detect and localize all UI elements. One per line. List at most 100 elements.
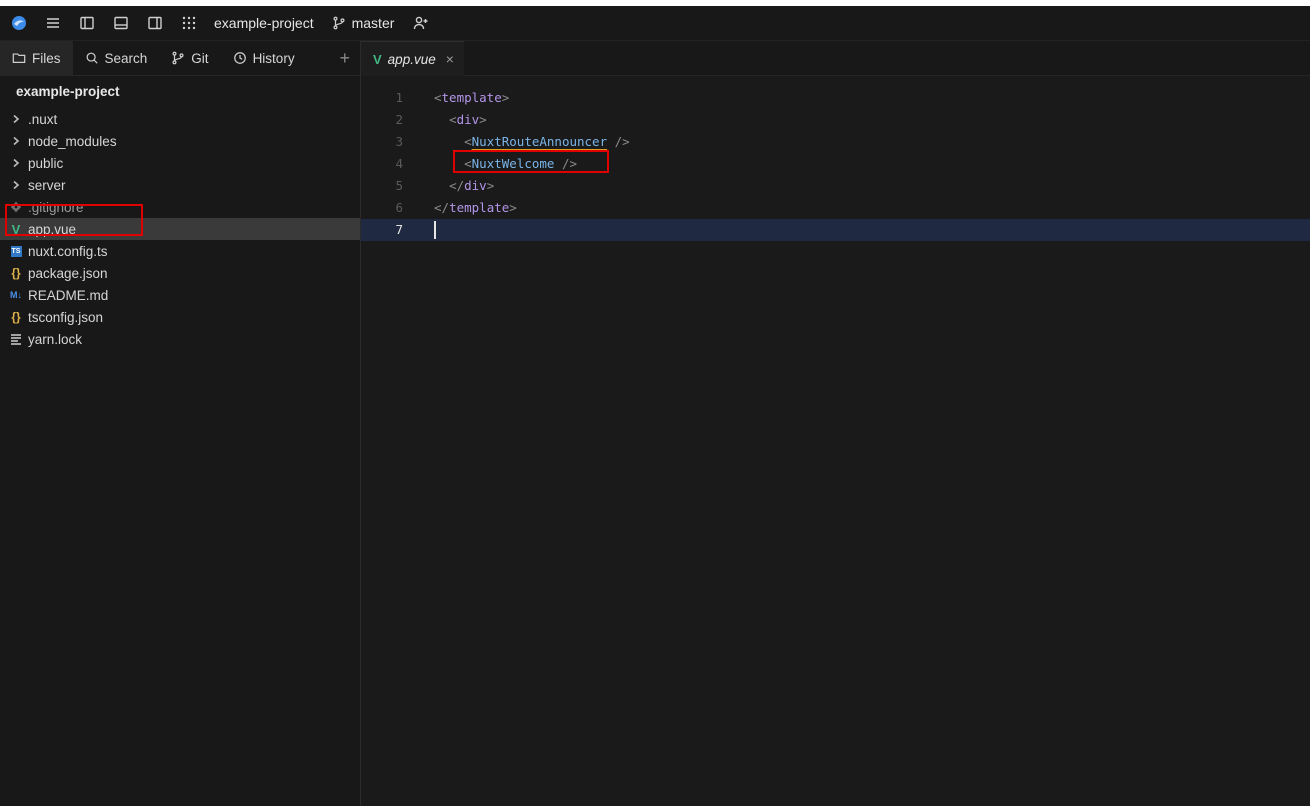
tree-item-label: nuxt.config.ts [28, 243, 108, 259]
editor: V app.vue × 1 <template> 2 <div> 3 <Nuxt… [361, 41, 1310, 806]
code-punct: </ [449, 178, 465, 193]
tree-item-label: .nuxt [28, 111, 58, 127]
code-area[interactable]: 1 <template> 2 <div> 3 <NuxtRouteAnnounc… [361, 87, 1310, 241]
apps-grid-icon[interactable] [178, 12, 200, 34]
tab-search-label: Search [104, 50, 148, 66]
tree-item-label: node_modules [28, 133, 117, 149]
search-icon [86, 52, 98, 64]
text-cursor [434, 221, 436, 239]
code-punct: /> [607, 134, 630, 149]
vue-file-icon: V [373, 51, 382, 67]
tab-history[interactable]: History [221, 41, 307, 75]
line-number: 5 [395, 178, 403, 193]
tree-item-label: package.json [28, 265, 108, 281]
file-tree: .nuxt node_modules public server .gitign… [0, 108, 360, 350]
tree-item-file[interactable]: yarn.lock [0, 328, 360, 350]
git-branch-icon [172, 51, 184, 65]
code-punct: > [479, 112, 487, 127]
tree-item-label: tsconfig.json [28, 309, 104, 325]
code-line[interactable]: 5 </div> [361, 175, 1310, 197]
tab-files[interactable]: Files [0, 41, 73, 75]
typescript-file-icon: TS [10, 245, 22, 257]
tab-git[interactable]: Git [159, 41, 220, 75]
code-line[interactable]: 4 <NuxtWelcome /> [361, 153, 1310, 175]
git-file-icon [9, 201, 23, 213]
tree-item-label: README.md [28, 287, 109, 303]
tree-item-label: yarn.lock [28, 331, 83, 347]
title-bar: example-project master [0, 6, 1310, 41]
code-punct: < [464, 134, 472, 149]
vue-file-icon: V [11, 221, 21, 237]
code-component: NuxtRouteAnnouncer [471, 134, 608, 149]
code-line[interactable]: 6 </template> [361, 197, 1310, 219]
tree-item-file-selected[interactable]: V app.vue [0, 218, 360, 240]
line-number: 6 [395, 200, 403, 215]
editor-tab-strip: V app.vue × [361, 41, 1310, 76]
app-logo-icon[interactable] [8, 12, 30, 34]
tab-files-label: Files [32, 50, 61, 66]
tree-item-folder[interactable]: .nuxt [0, 108, 360, 130]
tree-item-folder[interactable]: server [0, 174, 360, 196]
tree-item-label: .gitignore [28, 199, 84, 215]
tree-item-file[interactable]: TS nuxt.config.ts [0, 240, 360, 262]
project-name[interactable]: example-project [214, 15, 314, 31]
branch-name: master [351, 15, 395, 31]
tab-history-label: History [252, 50, 295, 66]
code-tag: template [449, 200, 510, 215]
tab-search[interactable]: Search [73, 41, 160, 75]
menu-icon[interactable] [42, 12, 64, 34]
editor-tab-app-vue[interactable]: V app.vue × [361, 41, 464, 76]
toggle-left-panel-icon[interactable] [76, 12, 98, 34]
code-punct: < [449, 112, 457, 127]
code-tag: div [456, 112, 480, 127]
code-punct: < [434, 90, 442, 105]
code-line[interactable]: 3 <NuxtRouteAnnouncer /> [361, 131, 1310, 153]
sidebar: Files Search Git History + example-proje… [0, 41, 361, 806]
tree-item-label: server [28, 177, 66, 193]
tree-item-file[interactable]: .gitignore [0, 196, 360, 218]
toggle-right-panel-icon[interactable] [144, 12, 166, 34]
history-icon [233, 52, 246, 64]
tree-item-file[interactable]: {} tsconfig.json [0, 306, 360, 328]
line-number: 2 [395, 112, 403, 127]
code-tag: template [441, 90, 502, 105]
chevron-right-icon [9, 180, 23, 190]
line-number: 4 [395, 156, 403, 171]
json-file-icon: {} [11, 310, 21, 324]
tree-item-folder[interactable]: public [0, 152, 360, 174]
tree-item-file[interactable]: {} package.json [0, 262, 360, 284]
close-icon[interactable]: × [446, 51, 454, 67]
code-line[interactable]: 1 <template> [361, 87, 1310, 109]
chevron-right-icon [9, 136, 23, 146]
add-tab-button[interactable]: + [339, 49, 350, 67]
tree-item-folder[interactable]: node_modules [0, 130, 360, 152]
tree-item-label: public [28, 155, 64, 171]
code-punct: > [501, 90, 510, 105]
sidebar-tabs: Files Search Git History + [0, 41, 360, 76]
branch-selector[interactable]: master [332, 15, 395, 31]
tab-git-label: Git [191, 50, 209, 66]
line-number: 7 [395, 222, 403, 237]
git-branch-icon [333, 16, 345, 30]
line-number: 3 [395, 134, 403, 149]
editor-tab-label: app.vue [387, 51, 436, 67]
chevron-right-icon [9, 158, 23, 168]
tree-item-file[interactable]: M↓ README.md [0, 284, 360, 306]
toggle-bottom-panel-icon[interactable] [110, 12, 132, 34]
add-collaborator-icon[interactable] [410, 12, 432, 34]
folder-icon [12, 53, 26, 63]
json-file-icon: {} [11, 266, 21, 280]
line-number: 1 [395, 90, 403, 105]
tree-item-label: app.vue [28, 221, 77, 237]
code-component: NuxtWelcome [471, 156, 555, 171]
project-title: example-project [16, 84, 120, 99]
code-tag: div [464, 178, 487, 193]
code-line-current[interactable]: 7 [361, 219, 1310, 241]
code-line[interactable]: 2 <div> [361, 109, 1310, 131]
markdown-file-icon: M↓ [10, 290, 22, 300]
code-punct: < [464, 156, 472, 171]
